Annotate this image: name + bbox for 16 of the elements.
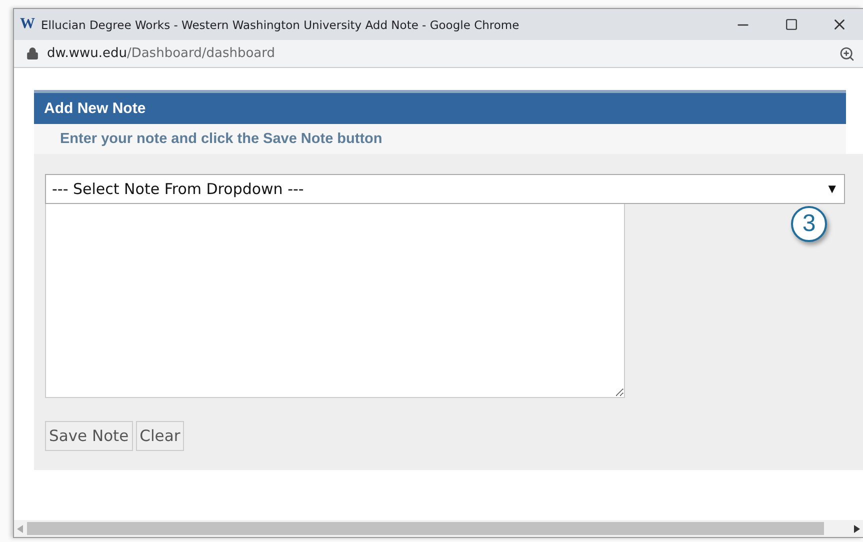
note-dropdown[interactable]: --- Select Note From Dropdown --- ▼ <box>45 174 845 204</box>
site-logo: W <box>20 16 35 33</box>
instruction-text: Enter your note and click the Save Note button <box>60 131 382 147</box>
url-text: dw.wwu.edu/Dashboard/dashboard <box>47 46 276 61</box>
window-title: Ellucian Degree Works - Western Washington University Add Note - Google Chrome <box>41 18 520 32</box>
form-button[interactable]: Clear <box>136 421 184 451</box>
maximize-icon[interactable] <box>784 18 798 31</box>
lock-icon <box>26 47 39 60</box>
horizontal-scrollbar[interactable] <box>14 520 863 537</box>
scroll-right-icon[interactable] <box>854 524 860 532</box>
address-bar[interactable]: dw.wwu.edu/Dashboard/dashboard <box>14 40 863 68</box>
form-button[interactable]: Save Note <box>45 421 133 451</box>
panel-title: Add New Note <box>44 100 146 117</box>
step-number-badge: 3 <box>791 206 827 242</box>
zoom-icon[interactable] <box>839 46 855 62</box>
scrollbar-thumb[interactable] <box>27 522 824 535</box>
